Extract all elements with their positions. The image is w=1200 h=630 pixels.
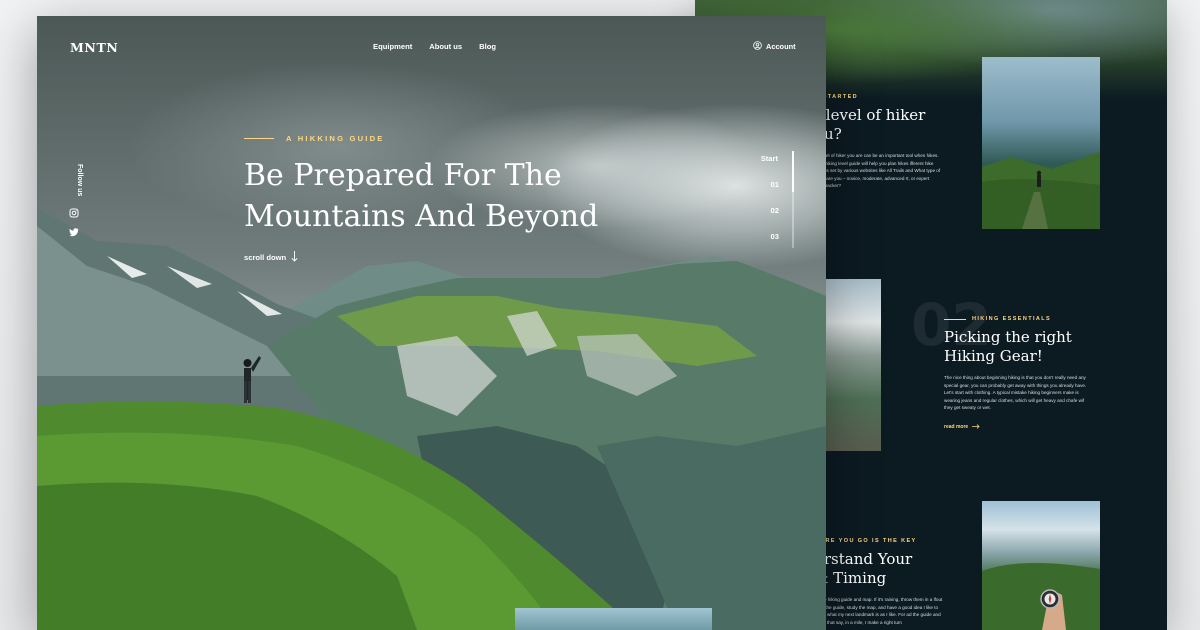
brand-logo[interactable]: MNTN — [70, 40, 118, 55]
section-body: The nice thing about beginning hiking is… — [944, 375, 1087, 411]
hero-title: Be Prepared For The Mountains And Beyond — [244, 158, 599, 234]
hiker-on-trail-photo — [982, 57, 1100, 229]
nav-link-blog[interactable]: Blog — [479, 42, 496, 51]
pager-item-01[interactable]: 01 — [771, 180, 779, 189]
section-title: Picking the right Hiking Gear! — [944, 328, 1072, 365]
section-kicker: T STARTED — [815, 94, 859, 100]
section-kicker: HIKING ESSENTIALS — [944, 316, 1094, 322]
follow-us-label: Follow us — [76, 164, 83, 197]
pager-item-start[interactable]: Start — [761, 154, 778, 163]
user-icon — [753, 41, 762, 52]
pager-item-03[interactable]: 03 — [771, 232, 779, 241]
section-body: at level of hiker you are can be an impo… — [815, 153, 941, 189]
nav-link-about[interactable]: About us — [429, 42, 462, 51]
section-body: ut the hiking guide and map. If it's rai… — [815, 597, 943, 625]
hero-page: MNTN Equipment About us Blog Account Fol… — [37, 16, 826, 630]
section-getting-started: T STARTED t level of hiker ou? at level … — [815, 94, 945, 190]
section-kicker: HERE YOU GO IS THE KEY — [815, 538, 917, 544]
pager-progress — [792, 151, 794, 192]
arrow-down-icon — [291, 251, 298, 264]
hero-content: A HIKKING GUIDE Be Prepared For The Moun… — [244, 134, 644, 264]
mountain-landscape — [37, 208, 826, 630]
arrow-right-icon — [972, 424, 980, 431]
instagram-icon[interactable] — [69, 205, 79, 218]
account-button[interactable]: Account — [753, 41, 796, 52]
account-label: Account — [766, 42, 796, 51]
hand-compass-photo — [982, 501, 1100, 630]
nav-links: Equipment About us Blog — [373, 42, 496, 51]
section-hiking-gear: HIKING ESSENTIALS Picking the right Hiki… — [944, 316, 1094, 431]
cloudy-mountain-photo — [825, 279, 881, 451]
twitter-icon[interactable] — [69, 224, 79, 237]
top-nav: MNTN Equipment About us Blog Account — [37, 16, 826, 76]
section-title: t level of hiker ou? — [815, 106, 926, 143]
scroll-down-label: scroll down — [244, 253, 287, 262]
section-timing: HERE YOU GO IS THE KEY erstand Your & Ti… — [815, 538, 945, 626]
hero-kicker: A HIKKING GUIDE — [244, 134, 644, 143]
read-more-link[interactable]: read more — [944, 424, 1094, 431]
nav-link-equipment[interactable]: Equipment — [373, 42, 412, 51]
next-section-thumbnail — [515, 608, 712, 630]
section-title: erstand Your & Timing — [815, 550, 913, 587]
scroll-down-button[interactable]: scroll down — [244, 251, 644, 264]
pager-item-02[interactable]: 02 — [771, 206, 779, 215]
